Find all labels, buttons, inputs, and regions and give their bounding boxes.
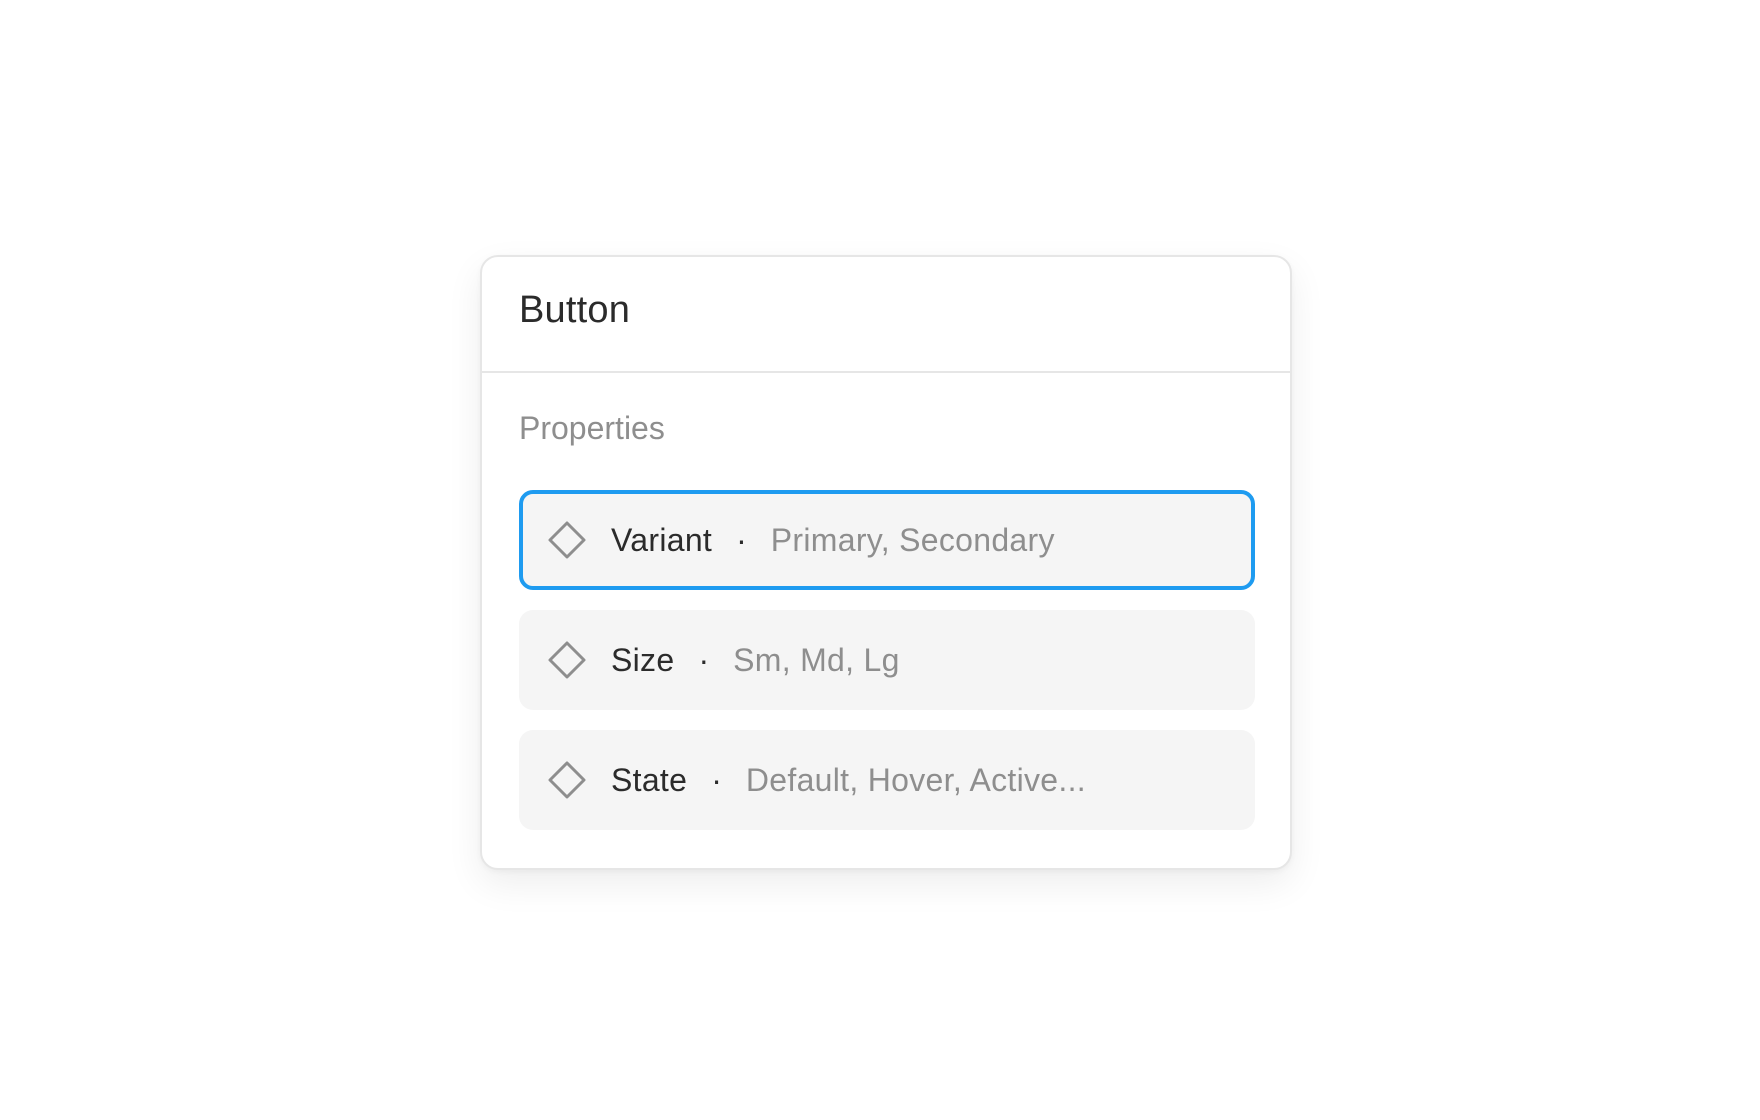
property-row-variant[interactable]: Variant · Primary, Secondary (519, 490, 1255, 590)
property-values: Primary, Secondary (770, 521, 1055, 558)
property-list: Variant · Primary, Secondary Size · Sm, … (519, 490, 1255, 830)
property-separator: · (736, 521, 747, 558)
canvas: Button Properties Variant · Primary, Sec… (0, 0, 1760, 1120)
property-values: Default, Hover, Active... (745, 761, 1086, 798)
panel-title: Button (519, 288, 631, 331)
panel-header: Button (482, 257, 1290, 373)
property-row-state[interactable]: State · Default, Hover, Active... (519, 730, 1255, 830)
property-separator: · (711, 761, 722, 798)
diamond-icon (547, 640, 587, 680)
property-row-size[interactable]: Size · Sm, Md, Lg (519, 610, 1255, 710)
diamond-icon (547, 520, 587, 560)
property-separator: · (698, 641, 710, 678)
property-name: Size (611, 641, 675, 678)
property-values: Sm, Md, Lg (733, 641, 900, 678)
panel-body: Properties Variant · Primary, Secondary (482, 373, 1290, 830)
property-name: State (611, 761, 688, 798)
diamond-icon (547, 760, 587, 800)
property-name: Variant (611, 521, 713, 558)
component-properties-panel: Button Properties Variant · Primary, Sec… (480, 255, 1292, 870)
section-label-properties: Properties (519, 410, 665, 446)
